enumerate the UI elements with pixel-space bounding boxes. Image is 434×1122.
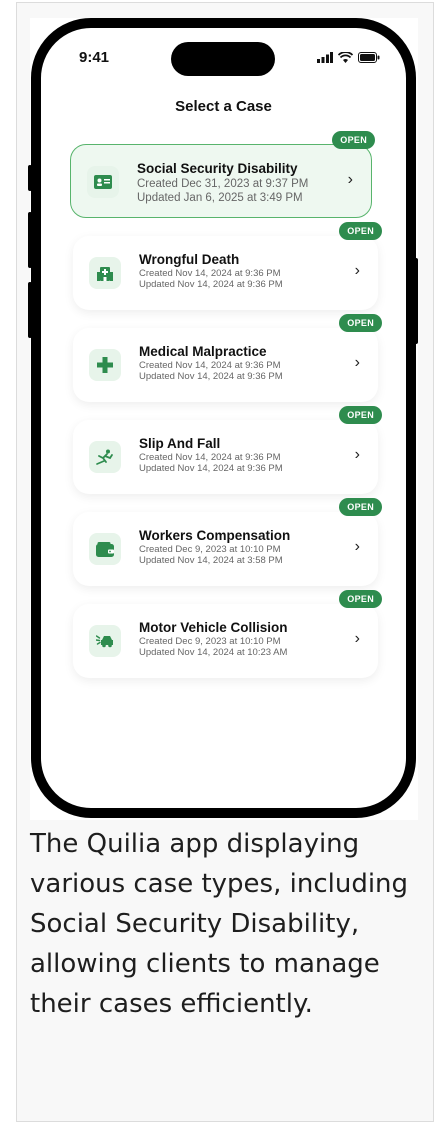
case-text: Workers Compensation Created Dec 9, 2023…: [139, 528, 290, 566]
id-card-icon: [87, 166, 119, 198]
status-time: 9:41: [79, 49, 110, 66]
case-updated: Updated Nov 14, 2024 at 9:36 PM: [139, 371, 283, 382]
status-icons: [317, 50, 380, 68]
dynamic-island: [171, 42, 275, 76]
wifi-icon: [337, 50, 354, 68]
case-updated: Updated Nov 14, 2024 at 10:23 AM: [139, 647, 288, 658]
case-card-medical-malpractice[interactable]: Medical Malpractice Created Nov 14, 2024…: [73, 314, 382, 402]
chevron-right-icon: ›: [354, 538, 360, 555]
status-badge: OPEN: [339, 590, 382, 608]
case-card-slip-and-fall[interactable]: Slip And Fall Created Nov 14, 2024 at 9:…: [73, 406, 382, 494]
case-text: Medical Malpractice Created Nov 14, 2024…: [139, 344, 283, 382]
battery-icon: [358, 50, 380, 68]
chevron-right-icon: ›: [347, 171, 353, 188]
case-text: Motor Vehicle Collision Created Dec 9, 2…: [139, 620, 288, 658]
case-text: Slip And Fall Created Nov 14, 2024 at 9:…: [139, 436, 283, 474]
phone-frame: 9:41 Select a Case Social Security Disab…: [31, 18, 416, 818]
status-bar: 9:41: [41, 28, 406, 82]
chevron-right-icon: ›: [354, 262, 360, 279]
chevron-right-icon: ›: [354, 446, 360, 463]
case-title: Motor Vehicle Collision: [139, 620, 288, 635]
case-updated: Updated Jan 6, 2025 at 3:49 PM: [137, 192, 303, 204]
case-title: Social Security Disability: [137, 161, 298, 176]
case-created: Created Dec 9, 2023 at 10:10 PM: [139, 544, 281, 555]
case-card-wrongful-death[interactable]: Wrongful Death Created Nov 14, 2024 at 9…: [73, 222, 382, 310]
car-crash-icon: [89, 625, 121, 657]
case-updated: Updated Nov 14, 2024 at 9:36 PM: [139, 279, 283, 290]
case-list: Social Security Disability Created Dec 3…: [70, 131, 382, 696]
case-card-social-security-disability[interactable]: Social Security Disability Created Dec 3…: [70, 131, 375, 218]
case-created: Created Dec 9, 2023 at 10:10 PM: [139, 636, 281, 647]
case-created: Created Nov 14, 2024 at 9:36 PM: [139, 268, 281, 279]
signal-icon: [317, 50, 333, 68]
chevron-right-icon: ›: [354, 354, 360, 371]
case-text: Social Security Disability Created Dec 3…: [137, 161, 308, 205]
case-text: Wrongful Death Created Nov 14, 2024 at 9…: [139, 252, 283, 290]
status-badge: OPEN: [339, 498, 382, 516]
case-title: Medical Malpractice: [139, 344, 267, 359]
case-created: Created Nov 14, 2024 at 9:36 PM: [139, 452, 281, 463]
slip-icon: [89, 441, 121, 473]
case-card-motor-vehicle-collision[interactable]: Motor Vehicle Collision Created Dec 9, 2…: [73, 590, 382, 678]
case-updated: Updated Nov 14, 2024 at 9:36 PM: [139, 463, 283, 474]
case-created: Created Dec 31, 2023 at 9:37 PM: [137, 178, 309, 190]
case-created: Created Nov 14, 2024 at 9:36 PM: [139, 360, 281, 371]
case-updated: Updated Nov 14, 2024 at 3:58 PM: [139, 555, 283, 566]
status-badge: OPEN: [339, 222, 382, 240]
status-badge: OPEN: [339, 314, 382, 332]
medical-cross-icon: [89, 349, 121, 381]
case-card-workers-compensation[interactable]: Workers Compensation Created Dec 9, 2023…: [73, 498, 382, 586]
screen-title: Select a Case: [175, 98, 272, 115]
figure-caption: The Quilia app displaying various case t…: [30, 829, 409, 1019]
case-title: Wrongful Death: [139, 252, 240, 267]
status-badge: OPEN: [332, 131, 375, 149]
status-badge: OPEN: [339, 406, 382, 424]
wallet-icon: [89, 533, 121, 565]
case-title: Slip And Fall: [139, 436, 221, 451]
case-title: Workers Compensation: [139, 528, 291, 543]
hospital-icon: [89, 257, 121, 289]
chevron-right-icon: ›: [354, 630, 360, 647]
